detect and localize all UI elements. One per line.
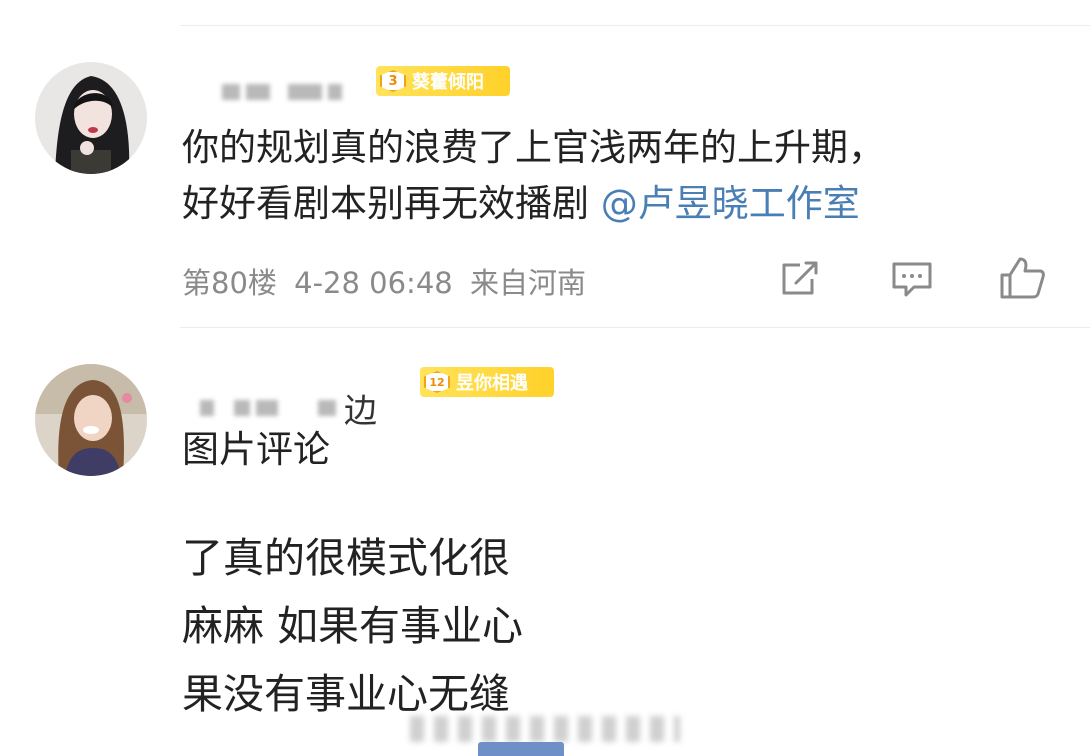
badge-label: 葵藿倾阳 <box>412 72 484 93</box>
long-image-tag <box>478 742 564 756</box>
timestamp: 4-28 06:48 <box>294 266 453 300</box>
share-icon[interactable] <box>778 259 822 303</box>
blurred-watermark <box>410 716 680 742</box>
comment-text: 图片评论 <box>182 428 330 471</box>
like-icon[interactable] <box>998 255 1046 305</box>
image-text-line: 了真的很模式化很 <box>182 534 510 582</box>
username-suffix: 边 <box>344 391 377 430</box>
image-text-line: 麻麻 如果有事业心 <box>182 602 524 650</box>
comment-divider <box>180 327 1090 328</box>
mention-link[interactable]: @卢昱晓工作室 <box>601 182 860 225</box>
location: 来自河南 <box>469 266 586 300</box>
fan-badge[interactable]: 12 昱你相遇 <box>420 367 554 397</box>
comment-line-text: 好好看剧本别再无效播剧 <box>182 182 601 225</box>
comment-line: 你的规划真的浪费了上官浅两年的上升期， <box>182 126 885 169</box>
floor-number: 第80楼 <box>182 266 277 300</box>
fan-badge[interactable]: 3 葵藿倾阳 <box>376 66 510 96</box>
comment-line: 好好看剧本别再无效播剧 @卢昱晓工作室 <box>182 176 885 232</box>
username-blurred[interactable] <box>222 84 342 100</box>
top-divider <box>180 25 1090 26</box>
comment-icon[interactable] <box>890 259 934 303</box>
image-text-line: 果没有事业心无缝 <box>182 670 510 718</box>
badge-level: 3 <box>380 70 406 92</box>
avatar[interactable] <box>35 62 147 174</box>
badge-label: 昱你相遇 <box>456 373 528 394</box>
comment-meta: 第80楼 4-28 06:48 来自河南 <box>182 260 586 302</box>
badge-level: 12 <box>424 371 450 393</box>
avatar[interactable] <box>35 364 147 476</box>
comment-text: 你的规划真的浪费了上官浅两年的上升期， 好好看剧本别再无效播剧 @卢昱晓工作室 <box>182 120 885 232</box>
